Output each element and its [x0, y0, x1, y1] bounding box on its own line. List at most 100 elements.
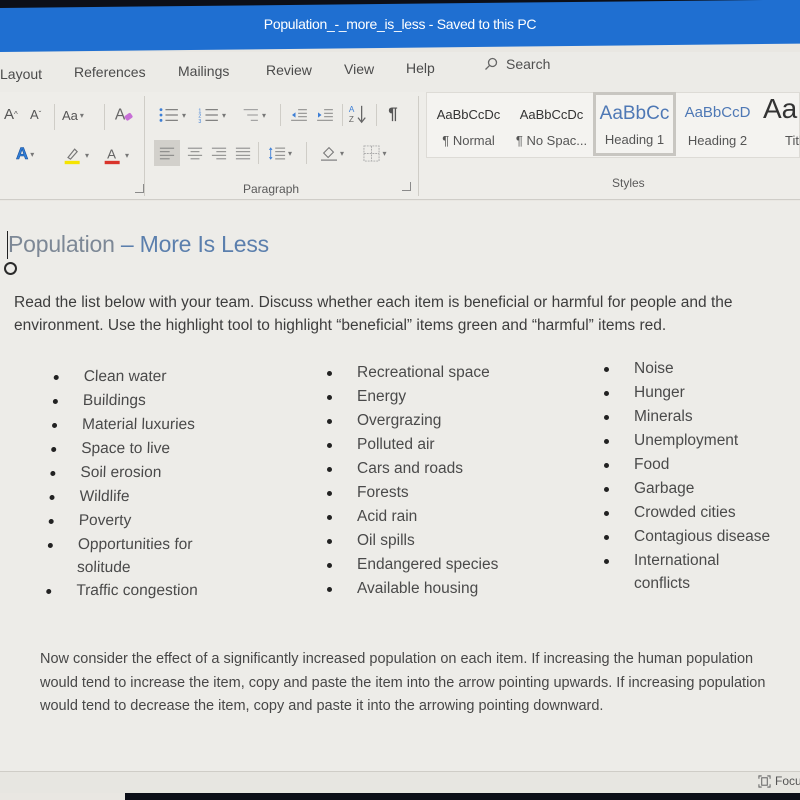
style-normal[interactable]: AaBbCcDc ¶ Normal [427, 93, 510, 157]
numbering-button[interactable]: 123 ▾ [194, 104, 230, 126]
list-item[interactable]: Available housing [327, 577, 567, 601]
list-item[interactable]: Acid rain [327, 505, 567, 529]
highlighter-icon [64, 148, 80, 165]
grow-font-button[interactable]: A ^ [4, 106, 18, 123]
sort-az-icon: AZ [349, 105, 366, 124]
svg-text:3: 3 [198, 119, 201, 123]
clear-formatting-button[interactable]: A [112, 102, 136, 126]
search-icon [485, 57, 498, 70]
separator [258, 142, 259, 164]
sort-button[interactable]: AZ [346, 102, 370, 126]
list-item[interactable]: Clean water [53, 365, 284, 389]
shading-button[interactable]: ▾ [314, 140, 350, 166]
styles-gallery: AaBbCcDc ¶ Normal AaBbCcDc ¶ No Spac... … [426, 92, 800, 158]
list-item[interactable]: Unemployment [604, 429, 800, 453]
list-item[interactable]: Noise [604, 357, 800, 381]
tab-view[interactable]: View [344, 61, 374, 77]
search-box[interactable]: Search [484, 56, 550, 72]
svg-text:Z: Z [349, 115, 354, 124]
list-item[interactable]: Endangered species [327, 553, 567, 577]
list-item[interactable]: Food [604, 453, 800, 477]
list-item[interactable]: International conflicts [604, 549, 744, 595]
document-title[interactable]: Population – More Is Less [8, 231, 269, 258]
separator [306, 142, 307, 164]
borders-icon [363, 144, 381, 162]
chevron-down-icon: ▾ [221, 110, 226, 120]
list-item[interactable]: Buildings [52, 389, 283, 413]
group-separator [418, 96, 419, 196]
list-item[interactable]: Space to live [51, 437, 282, 461]
style-title[interactable]: Aa Title [759, 93, 800, 157]
align-center-button[interactable] [184, 140, 206, 166]
increase-indent-button[interactable] [314, 104, 336, 126]
list-item[interactable]: Material luxuries [52, 413, 283, 437]
list-item[interactable]: Cars and roads [327, 457, 567, 481]
tab-help[interactable]: Help [406, 60, 435, 76]
list-item[interactable]: Contagious disease [604, 525, 800, 549]
line-spacing-icon [268, 146, 286, 160]
focus-label: Focus [775, 774, 800, 788]
list-item[interactable]: Crowded cities [604, 501, 800, 525]
list-item[interactable]: Wildlife [49, 485, 280, 509]
style-no-spacing[interactable]: AaBbCcDc ¶ No Spac... [510, 93, 593, 157]
list-item[interactable]: Recreational space [327, 361, 567, 385]
font-dialog-launcher[interactable] [135, 184, 144, 193]
intro-paragraph[interactable]: Read the list below with your team. Disc… [14, 291, 800, 337]
show-formatting-marks-button[interactable]: ¶ [382, 102, 404, 126]
align-left-button[interactable] [154, 140, 180, 166]
multilevel-list-button[interactable]: ▾ [234, 104, 270, 126]
bullets-icon [159, 108, 178, 122]
list-item[interactable]: Energy [327, 385, 567, 409]
borders-button[interactable]: ▾ [356, 140, 394, 166]
separator [54, 104, 55, 130]
tab-references[interactable]: References [74, 64, 146, 80]
object-anchor-handle[interactable] [4, 262, 17, 275]
font-color-button[interactable]: A ▾ [98, 142, 134, 168]
list-item[interactable]: Overgrazing [327, 409, 567, 433]
change-case-button[interactable]: Aa ▾ [62, 108, 84, 123]
list-item[interactable]: Forests [327, 481, 567, 505]
shrink-font-button[interactable]: Aˇ [30, 107, 41, 122]
font-color-icon: A [104, 146, 120, 165]
chevron-down-icon: ▾ [79, 111, 84, 120]
text-effects-icon: A [16, 144, 29, 164]
bullets-button[interactable]: ▾ [154, 104, 190, 126]
list-item[interactable]: Hunger [604, 381, 800, 405]
list-item[interactable]: Traffic congestion [46, 579, 277, 603]
svg-text:A: A [349, 105, 355, 114]
tab-mailings[interactable]: Mailings [178, 63, 229, 79]
list-item[interactable]: Oil spills [327, 529, 567, 553]
decrease-indent-button[interactable] [288, 104, 310, 126]
search-label: Search [506, 56, 551, 72]
align-right-button[interactable] [208, 140, 230, 166]
tab-layout[interactable]: Layout [0, 66, 42, 82]
chevron-down-icon: ▾ [124, 150, 129, 160]
paragraph-dialog-launcher[interactable] [402, 182, 411, 191]
multilevel-list-icon [243, 109, 258, 121]
list-item[interactable]: Polluted air [327, 433, 567, 457]
list-item[interactable]: Poverty [48, 509, 279, 533]
instructions-paragraph[interactable]: Now consider the effect of a significant… [40, 648, 780, 719]
group-separator [144, 96, 145, 196]
justify-button[interactable] [232, 140, 254, 166]
style-heading-2[interactable]: AaBbCcD Heading 2 [676, 93, 759, 157]
list-item[interactable]: Opportunities for solitude [47, 533, 219, 579]
document-page[interactable]: Population – More Is Less Read the list … [0, 201, 800, 771]
list-item[interactable]: Minerals [604, 405, 800, 429]
style-heading-1[interactable]: AaBbCc Heading 1 [593, 92, 676, 156]
line-spacing-button[interactable]: ▾ [262, 140, 298, 166]
focus-icon [758, 774, 771, 788]
decrease-indent-icon [291, 109, 307, 121]
text-effects-button[interactable]: A ▾ [16, 144, 35, 164]
svg-text:A: A [115, 107, 126, 124]
highlight-color-button[interactable]: ▾ [58, 142, 94, 168]
list-item[interactable]: Soil erosion [50, 461, 281, 485]
focus-mode-button[interactable]: Focus [758, 774, 800, 788]
styles-group-label: Styles [612, 176, 645, 190]
ribbon-tabs: Layout References Mailings Review View H… [0, 52, 800, 92]
chevron-down-icon: ▾ [382, 148, 387, 158]
clear-formatting-icon: A [115, 107, 133, 124]
separator [342, 104, 343, 126]
tab-review[interactable]: Review [266, 62, 312, 78]
list-item[interactable]: Garbage [604, 477, 800, 501]
